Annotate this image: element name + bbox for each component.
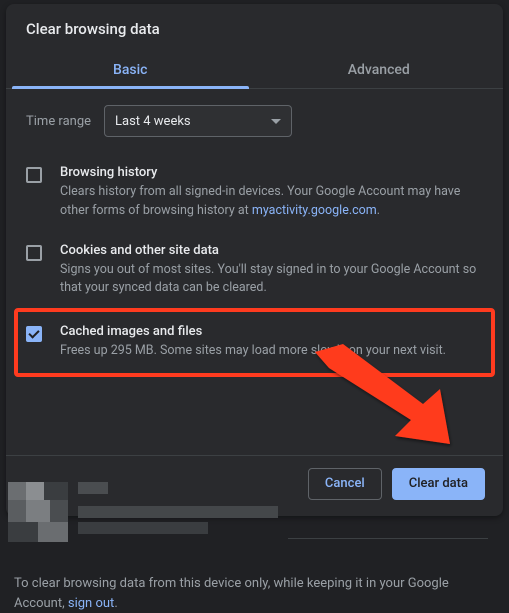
time-range-select[interactable]: Last 4 weeks bbox=[104, 105, 292, 137]
dialog-title: Clear browsing data bbox=[6, 4, 503, 52]
myactivity-link[interactable]: myactivity.google.com bbox=[252, 203, 377, 218]
time-range-value: Last 4 weeks bbox=[115, 114, 191, 129]
tab-basic[interactable]: Basic bbox=[6, 52, 255, 88]
background-blur bbox=[8, 482, 501, 564]
item-desc: Frees up 295 MB. Some sites may load mor… bbox=[60, 342, 483, 361]
chevron-down-icon bbox=[271, 119, 281, 124]
item-desc: Signs you out of most sites. You'll stay… bbox=[60, 261, 483, 299]
tabs: Basic Advanced bbox=[6, 52, 503, 89]
checkbox-cookies[interactable] bbox=[26, 245, 42, 261]
item-cookies: Cookies and other site data Signs you ou… bbox=[26, 231, 483, 309]
time-range-row: Time range Last 4 weeks bbox=[6, 89, 503, 143]
footer-text: To clear browsing data from this device … bbox=[14, 574, 495, 613]
checkbox-cache[interactable] bbox=[26, 326, 42, 342]
time-range-label: Time range bbox=[26, 114, 104, 129]
items-list: Browsing history Clears history from all… bbox=[6, 143, 503, 455]
tab-advanced[interactable]: Advanced bbox=[255, 52, 504, 88]
item-cache: Cached images and files Frees up 295 MB.… bbox=[26, 320, 483, 365]
item-desc: Clears history from all signed-in device… bbox=[60, 183, 483, 221]
item-browsing-history: Browsing history Clears history from all… bbox=[26, 153, 483, 231]
checkbox-browsing-history[interactable] bbox=[26, 167, 42, 183]
item-title: Cookies and other site data bbox=[60, 243, 483, 258]
item-title: Browsing history bbox=[60, 165, 483, 180]
item-title: Cached images and files bbox=[60, 324, 483, 339]
highlight-annotation: Cached images and files Frees up 295 MB.… bbox=[14, 308, 495, 377]
clear-browsing-data-dialog: Clear browsing data Basic Advanced Time … bbox=[6, 4, 503, 516]
sign-out-link[interactable]: sign out bbox=[68, 596, 114, 611]
